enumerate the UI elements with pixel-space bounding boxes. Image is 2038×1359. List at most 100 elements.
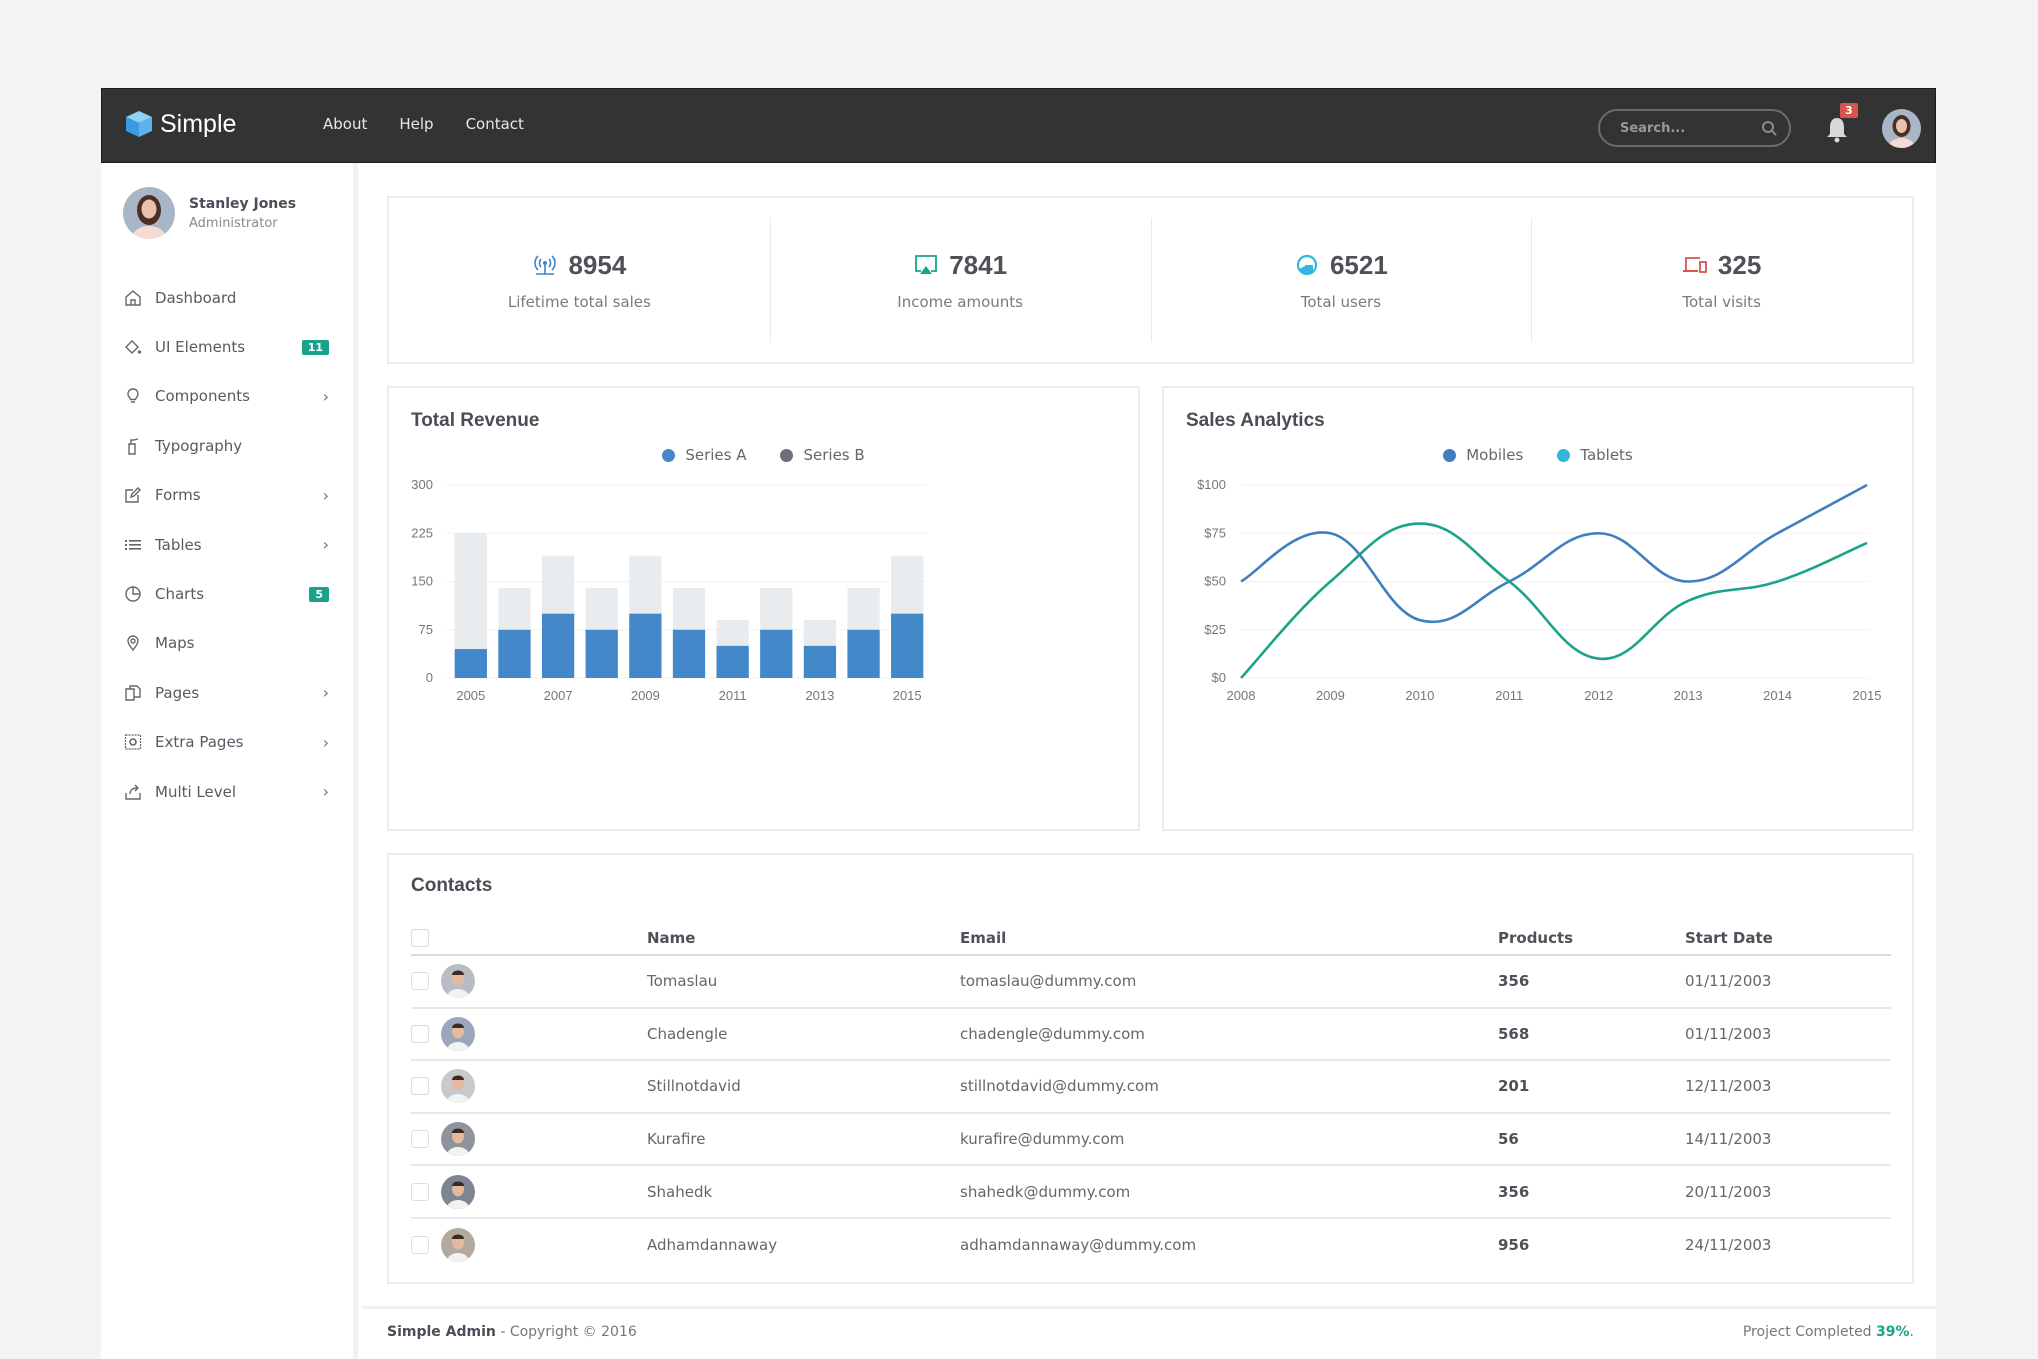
settings-box-icon: [123, 732, 143, 752]
devices-icon: [1682, 257, 1707, 273]
contact-email[interactable]: shahedk@dummy.com: [960, 1165, 1498, 1219]
stat-value: 6521: [1329, 249, 1388, 280]
bar-series-a-2006[interactable]: [498, 629, 531, 678]
row-checkbox[interactable]: [411, 972, 429, 991]
table-row[interactable]: Adhamdannaway adhamdannaway@dummy.com 956 2…: [411, 1218, 1891, 1271]
chevron-right-icon: ›: [322, 386, 329, 406]
count-badge: 5: [309, 586, 329, 602]
table-row[interactable]: Stillnotdavid stillnotdavid@dummy.com 201 1…: [411, 1060, 1891, 1114]
user-avatar[interactable]: [1882, 109, 1921, 148]
bar-series-a-2015[interactable]: [891, 613, 924, 678]
row-checkbox[interactable]: [411, 1235, 429, 1254]
x-tick-label: 2015: [893, 688, 922, 703]
column-header-products[interactable]: Products: [1498, 913, 1685, 956]
bar-series-b-2013[interactable]: [803, 620, 837, 646]
bar-series-b-2007[interactable]: [541, 555, 575, 614]
sidebar-item-components[interactable]: Components ›: [101, 372, 353, 421]
contact-avatar: [441, 1122, 475, 1157]
share-icon: [123, 782, 143, 802]
row-checkbox[interactable]: [411, 1077, 429, 1096]
y-tick-label: $50: [1204, 574, 1226, 589]
table-row[interactable]: Kurafire kurafire@dummy.com 56 14/11/2003: [411, 1112, 1891, 1167]
bar-series-a-2013[interactable]: [803, 645, 837, 678]
nav-help[interactable]: Help: [399, 115, 433, 133]
sidebar-item-label: Tables: [155, 535, 202, 554]
bar-series-b-2010[interactable]: [672, 587, 706, 630]
bar-series-b-2006[interactable]: [498, 587, 531, 630]
y-tick-label: $100: [1197, 477, 1226, 492]
sidebar-item-forms[interactable]: Forms ›: [101, 471, 353, 520]
profile-avatar: [123, 187, 175, 239]
bar-series-b-2015[interactable]: [891, 555, 924, 614]
bar-series-b-2011[interactable]: [716, 620, 749, 646]
contact-email[interactable]: kurafire@dummy.com: [960, 1112, 1498, 1167]
contact-avatar: [441, 1227, 475, 1262]
chevron-right-icon: ›: [322, 535, 329, 555]
x-tick-label: 2014: [1763, 688, 1792, 703]
table-row[interactable]: Shahedk shahedk@dummy.com 356 20/11/2003: [411, 1165, 1891, 1219]
sidebar-item-typography[interactable]: Typography: [101, 421, 353, 470]
column-header-start-date[interactable]: Start Date: [1685, 913, 1891, 956]
count-badge: 11: [301, 339, 329, 355]
sidebar-item-dashboard[interactable]: Dashboard: [101, 273, 353, 322]
bar-series-b-2012[interactable]: [760, 587, 793, 630]
footer-copyright-text: - Copyright © 2016: [495, 1324, 637, 1340]
bar-series-a-2005[interactable]: [454, 649, 487, 678]
line-series-tablets[interactable]: [1240, 522, 1868, 679]
bar-series-a-2008[interactable]: [585, 629, 618, 678]
y-tick-label: $75: [1204, 525, 1226, 540]
x-tick-label: 2005: [456, 688, 485, 703]
bar-series-a-2014[interactable]: [847, 629, 880, 678]
contact-email[interactable]: stillnotdavid@dummy.com: [960, 1060, 1498, 1114]
bar-series-a-2010[interactable]: [672, 629, 706, 678]
x-tick-label: 2013: [1674, 688, 1703, 703]
bar-series-b-2014[interactable]: [847, 587, 880, 630]
bar-series-a-2012[interactable]: [760, 629, 793, 678]
sidebar-menu: Dashboard UI Elements 11 Components › Ty…: [101, 273, 353, 816]
sidebar-item-multi-level[interactable]: Multi Level ›: [101, 767, 353, 816]
stat-value: 8954: [568, 249, 627, 280]
row-checkbox[interactable]: [411, 1024, 429, 1043]
table-row[interactable]: Tomaslau tomaslau@dummy.com 356 01/11/2003: [411, 955, 1891, 1009]
sidebar-item-pages[interactable]: Pages ›: [101, 668, 353, 717]
contact-name: Shahedk: [647, 1165, 960, 1219]
contact-name: Tomaslau: [647, 955, 960, 1009]
contact-email[interactable]: chadengle@dummy.com: [960, 1007, 1498, 1062]
bar-series-a-2009[interactable]: [629, 613, 662, 678]
contact-email[interactable]: tomaslau@dummy.com: [960, 955, 1498, 1009]
contact-email[interactable]: adhamdannaway@dummy.com: [960, 1218, 1498, 1271]
sidebar-item-label: Charts: [155, 585, 205, 604]
bar-series-a-2011[interactable]: [716, 645, 749, 678]
select-all-checkbox[interactable]: [411, 928, 429, 947]
y-tick-label: 300: [411, 477, 433, 492]
user-profile[interactable]: Stanley Jones Administrator: [123, 187, 296, 239]
stat-label: Lifetime total sales: [507, 292, 651, 311]
nav-contact[interactable]: Contact: [466, 115, 524, 133]
table-row[interactable]: Chadengle chadengle@dummy.com 568 01/11/200…: [411, 1007, 1891, 1062]
bar-series-b-2009[interactable]: [629, 555, 662, 614]
sidebar-item-tables[interactable]: Tables ›: [101, 520, 353, 569]
contact-name: Kurafire: [647, 1112, 960, 1167]
chevron-right-icon: ›: [322, 683, 329, 703]
column-header-name[interactable]: Name: [647, 913, 960, 956]
sidebar-item-extra-pages[interactable]: Extra Pages ›: [101, 718, 353, 767]
line-series-mobiles[interactable]: [1240, 483, 1868, 624]
bell-icon[interactable]: [1824, 115, 1850, 143]
bar-series-b-2008[interactable]: [585, 587, 618, 630]
contacts-table: Name Email Products Start Date Tomaslau t…: [411, 913, 1891, 1271]
search-icon[interactable]: [1761, 120, 1777, 136]
logo[interactable]: Simple: [124, 109, 236, 139]
search-input[interactable]: [1620, 120, 1750, 136]
bar-series-b-2005[interactable]: [454, 533, 487, 650]
sidebar-item-maps[interactable]: Maps: [101, 619, 353, 668]
bar-series-a-2007[interactable]: [541, 613, 575, 678]
nav-about[interactable]: About: [323, 115, 367, 133]
x-tick-label: 2008: [1227, 688, 1256, 703]
row-checkbox[interactable]: [411, 1130, 429, 1149]
profile-name: Stanley Jones: [189, 195, 297, 212]
row-checkbox[interactable]: [411, 1182, 429, 1201]
progress-suffix: .: [1909, 1324, 1914, 1340]
column-header-email[interactable]: Email: [960, 913, 1498, 956]
sidebar-item-ui-elements[interactable]: UI Elements 11: [101, 322, 353, 371]
sidebar-item-charts[interactable]: Charts 5: [101, 569, 353, 618]
